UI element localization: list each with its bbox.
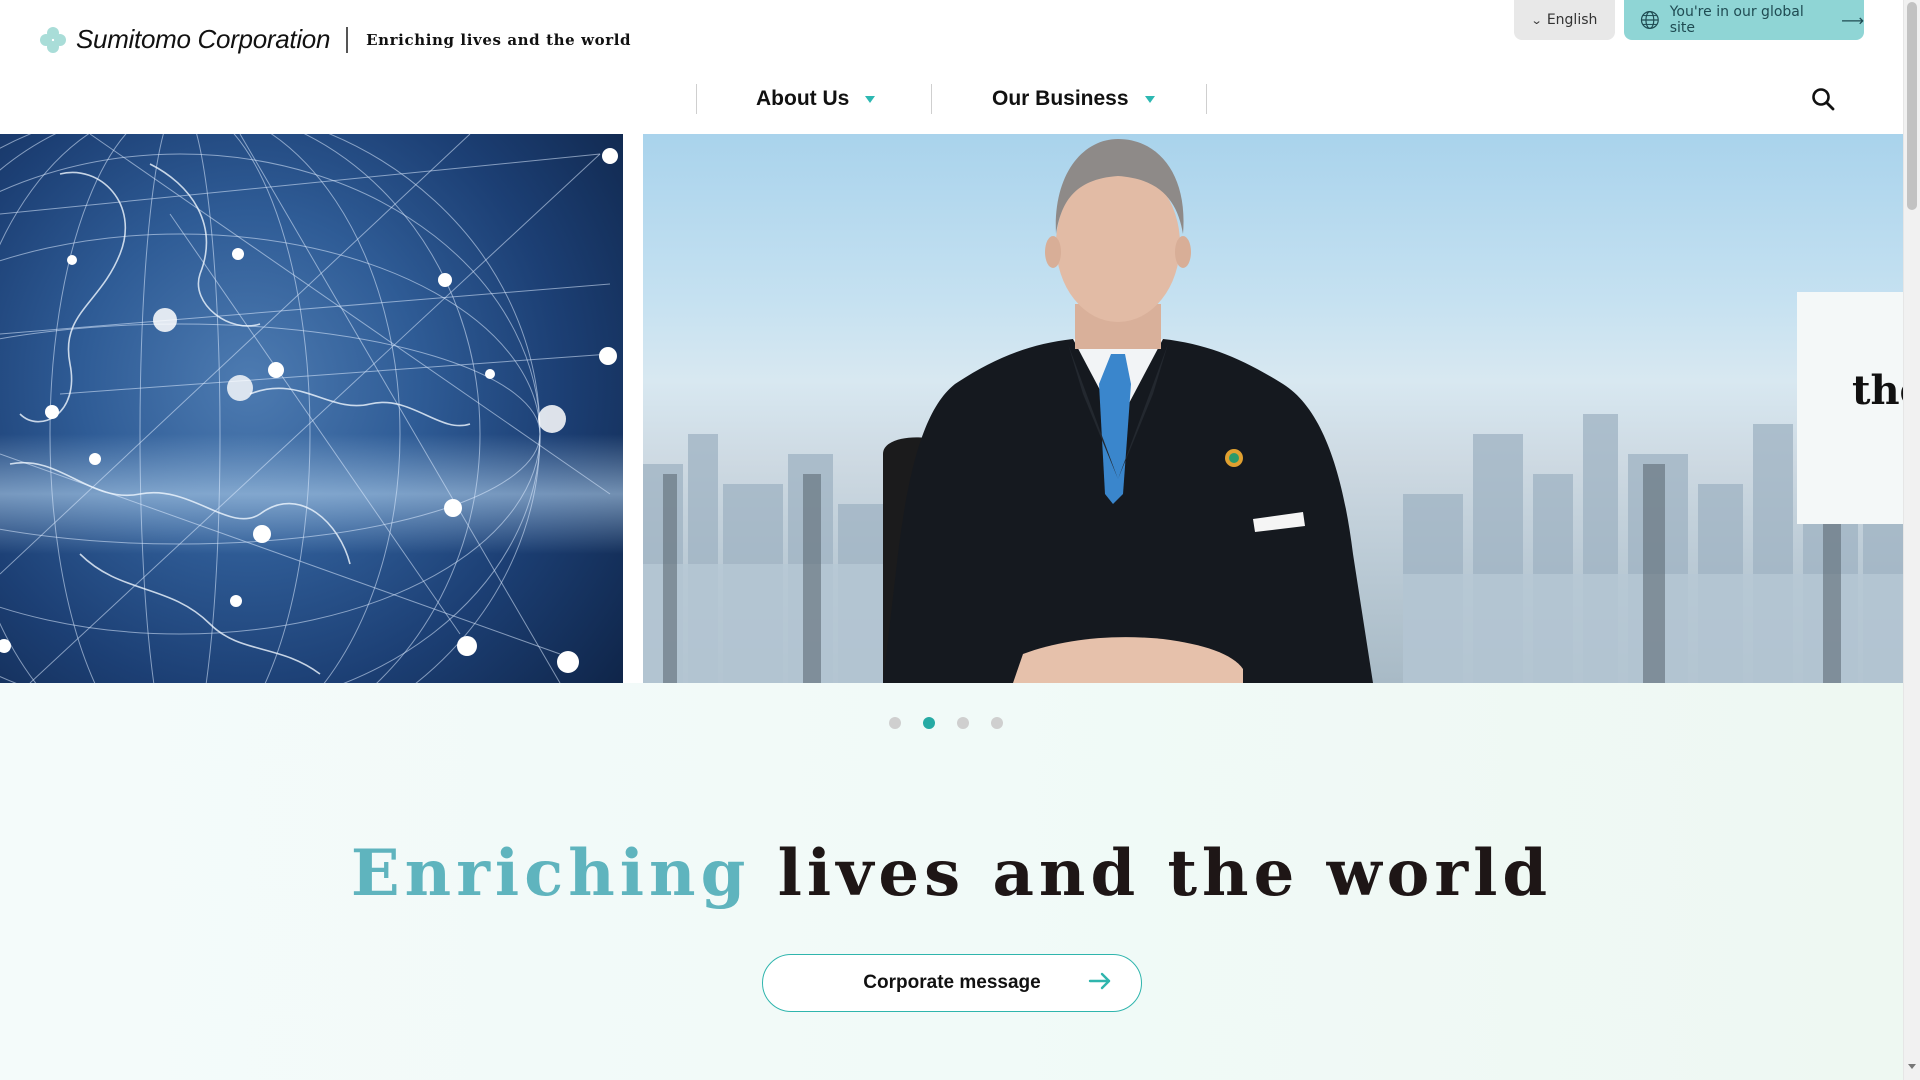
scrollbar-thumb[interactable] bbox=[1907, 2, 1917, 210]
slide-ceo-portrait-image[interactable] bbox=[643, 134, 1903, 683]
caret-down-icon bbox=[1144, 95, 1155, 103]
global-site-label: You're in our global site bbox=[1669, 4, 1804, 36]
hero-carousel[interactable] bbox=[0, 134, 1903, 683]
corporate-message-button[interactable]: Corporate message bbox=[762, 954, 1142, 1012]
logo-divider bbox=[346, 26, 349, 53]
page-scrollbar[interactable] bbox=[1903, 0, 1920, 1080]
global-site-button[interactable]: You're in our global site ⟶ bbox=[1624, 0, 1864, 40]
carousel-dot-1[interactable] bbox=[889, 717, 901, 729]
globe-icon bbox=[1640, 11, 1659, 29]
page-tagline: Enriching lives and the world bbox=[0, 836, 1903, 911]
language-selector[interactable]: ⌄ English bbox=[1514, 0, 1615, 40]
nav-item-label: About Us bbox=[756, 87, 850, 110]
slide-text-fragment: the bbox=[1852, 367, 1903, 414]
arrow-right-icon: ⟶ bbox=[1841, 10, 1864, 30]
nav-item-about-us[interactable]: About Us bbox=[756, 84, 876, 114]
nav-divider bbox=[696, 84, 697, 114]
search-icon[interactable] bbox=[1810, 86, 1836, 112]
nav-divider bbox=[931, 84, 932, 114]
logo-mark-icon bbox=[40, 26, 66, 53]
nav-divider bbox=[1206, 84, 1207, 114]
chevron-down-icon: ⌄ bbox=[1530, 13, 1543, 27]
site-header: Sumitomo Corporation Enriching lives and… bbox=[0, 0, 1903, 134]
language-label: English bbox=[1546, 12, 1598, 28]
slide-globe-network-image[interactable] bbox=[0, 134, 623, 683]
corporate-message-label: Corporate message bbox=[863, 972, 1041, 993]
carousel-dot-4[interactable] bbox=[991, 717, 1003, 729]
caret-down-icon bbox=[865, 95, 876, 103]
carousel-dot-2[interactable] bbox=[923, 717, 935, 729]
scroll-down-arrow-icon[interactable] bbox=[1908, 1064, 1916, 1069]
carousel-dot-3[interactable] bbox=[957, 717, 969, 729]
nav-item-label: Our Business bbox=[992, 87, 1129, 110]
main-nav: About Us Our Business bbox=[0, 84, 1903, 114]
tagline-rest: lives and the world bbox=[777, 836, 1553, 911]
logo-name: Sumitomo Corporation bbox=[76, 24, 331, 54]
logo-tagline: Enriching lives and the world bbox=[366, 30, 632, 49]
arrow-right-icon bbox=[1088, 972, 1111, 990]
slide-text-card[interactable]: the bbox=[1797, 292, 1903, 524]
site-logo[interactable]: Sumitomo Corporation Enriching lives and… bbox=[40, 24, 631, 55]
nav-item-our-business[interactable]: Our Business bbox=[992, 84, 1155, 114]
tagline-accent: Enriching bbox=[350, 836, 751, 911]
